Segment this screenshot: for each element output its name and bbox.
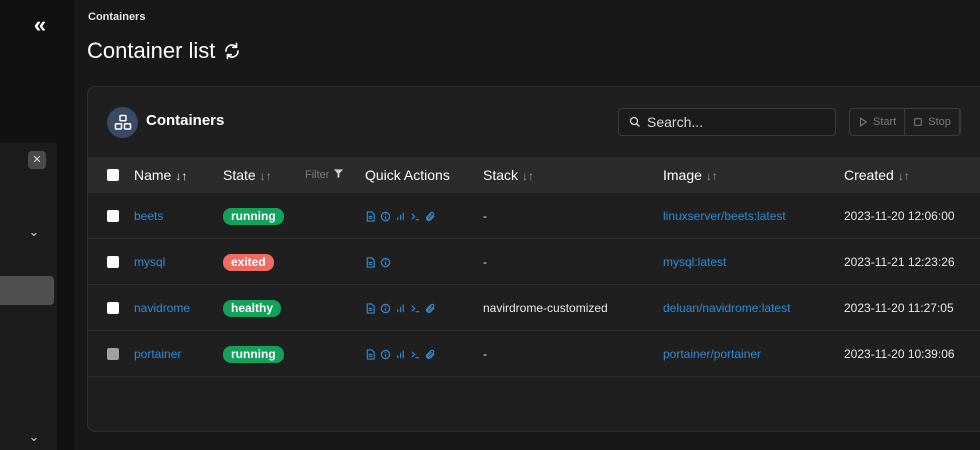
row-checkbox[interactable] (107, 210, 119, 222)
card-header: Containers Start Stop (88, 87, 980, 157)
console-icon[interactable] (410, 211, 421, 222)
status-badge: exited (223, 254, 274, 271)
table-header: Name ↓↑ State ↓↑ Filter Quick Actions Stac… (88, 157, 980, 193)
created-value: 2023-11-20 12:06:00 (844, 209, 955, 223)
column-header-created[interactable]: Created ↓↑ (844, 157, 910, 193)
sort-icon: ↓↑ (175, 169, 188, 183)
logs-icon[interactable] (365, 302, 376, 314)
card-title: Containers (146, 112, 225, 129)
collapse-sidebar-icon[interactable]: « (30, 14, 50, 36)
breadcrumb[interactable]: Containers (88, 11, 145, 23)
state-filter[interactable]: Filter (305, 157, 344, 193)
status-badge: running (223, 208, 284, 225)
attach-icon[interactable] (425, 303, 436, 314)
console-icon[interactable] (410, 349, 421, 360)
inspect-icon[interactable] (380, 303, 391, 314)
start-label: Start (873, 116, 897, 128)
column-header-name[interactable]: Name ↓↑ (134, 157, 187, 193)
page-title-text: Container list (87, 38, 216, 63)
stack-header-label: Stack (483, 167, 519, 183)
state-header-label: State (223, 167, 256, 183)
stack-value: - (483, 209, 487, 223)
stop-icon (914, 118, 923, 126)
stop-label: Stop (928, 116, 951, 128)
sidebar-item-active[interactable] (0, 276, 54, 305)
image-link[interactable]: linuxserver/beets:latest (663, 193, 786, 239)
start-button[interactable]: Start (850, 109, 906, 135)
chevron-down-icon[interactable]: ⌄ (24, 222, 44, 242)
quick-actions (365, 239, 391, 285)
table-row: mysql exited - mysql:latest 2023-11-21 1… (88, 239, 980, 285)
container-name-link[interactable]: navidrome (134, 285, 190, 331)
sidebar: « ✕ ⌄ ⌄ (0, 0, 74, 450)
stats-icon[interactable] (395, 349, 406, 360)
name-header-label: Name (134, 167, 172, 183)
inspect-icon[interactable] (380, 349, 391, 360)
filter-icon (333, 169, 343, 179)
stats-icon[interactable] (395, 303, 406, 314)
quick-actions (365, 193, 436, 239)
column-header-stack[interactable]: Stack ↓↑ (483, 157, 534, 193)
sort-icon: ↓↑ (522, 169, 535, 183)
column-header-image[interactable]: Image ↓↑ (663, 157, 718, 193)
select-all-checkbox[interactable] (107, 169, 119, 181)
image-header-label: Image (663, 167, 702, 183)
row-checkbox[interactable] (107, 302, 119, 314)
attach-icon[interactable] (425, 211, 436, 222)
console-icon[interactable] (410, 303, 421, 314)
stop-button[interactable]: Stop (905, 109, 960, 135)
row-checkbox[interactable] (107, 256, 119, 268)
stack-value: navirdrome-customized (483, 301, 608, 315)
status-badge: running (223, 346, 284, 363)
container-name-link[interactable]: mysql (134, 239, 165, 285)
sort-icon: ↓↑ (705, 169, 718, 183)
logs-icon[interactable] (365, 210, 376, 222)
filter-label: Filter (305, 169, 330, 181)
page-title: Container list (87, 38, 241, 64)
created-value: 2023-11-20 11:27:05 (844, 301, 954, 315)
chevron-down-icon[interactable]: ⌄ (24, 427, 44, 447)
sort-icon: ↓↑ (259, 169, 272, 183)
status-badge: healthy (223, 300, 282, 317)
stack-value: - (483, 255, 487, 269)
search-input[interactable] (647, 114, 827, 130)
container-name-link[interactable]: beets (134, 193, 163, 239)
image-link[interactable]: mysql:latest (663, 239, 726, 285)
image-link[interactable]: portainer/portainer (663, 331, 761, 377)
created-value: 2023-11-20 10:39:06 (844, 347, 955, 361)
quick-actions (365, 285, 436, 331)
created-value: 2023-11-21 12:23:26 (844, 255, 955, 269)
container-name-link[interactable]: portainer (134, 331, 181, 377)
play-icon (859, 117, 868, 127)
close-icon[interactable]: ✕ (28, 151, 46, 169)
table-row: portainer running - portainer/portainer … (88, 331, 980, 377)
table-row: navidrome healthy navirdrome-customized … (88, 285, 980, 331)
container-actions: Start Stop (849, 108, 961, 136)
image-link[interactable]: deluan/navidrome:latest (663, 285, 790, 331)
logs-icon[interactable] (365, 256, 376, 268)
created-header-label: Created (844, 167, 894, 183)
column-header-state[interactable]: State ↓↑ (223, 157, 272, 193)
table-row: beets running - linuxserver/beets:latest… (88, 193, 980, 239)
stack-value: - (483, 347, 487, 361)
refresh-icon[interactable] (223, 42, 241, 60)
logs-icon[interactable] (365, 348, 376, 360)
row-checkbox-disabled (107, 348, 119, 360)
stats-icon[interactable] (395, 211, 406, 222)
quick-actions (365, 331, 436, 377)
search-icon (629, 116, 640, 127)
search-field[interactable] (618, 108, 836, 136)
column-header-quick-actions: Quick Actions (365, 167, 450, 183)
inspect-icon[interactable] (380, 211, 391, 222)
containers-card: Containers Start Stop Name↓↑ State↓↑ Fil… (87, 86, 980, 432)
containers-icon (107, 107, 138, 138)
attach-icon[interactable] (425, 349, 436, 360)
inspect-icon[interactable] (380, 257, 391, 268)
sort-icon: ↓↑ (897, 169, 910, 183)
